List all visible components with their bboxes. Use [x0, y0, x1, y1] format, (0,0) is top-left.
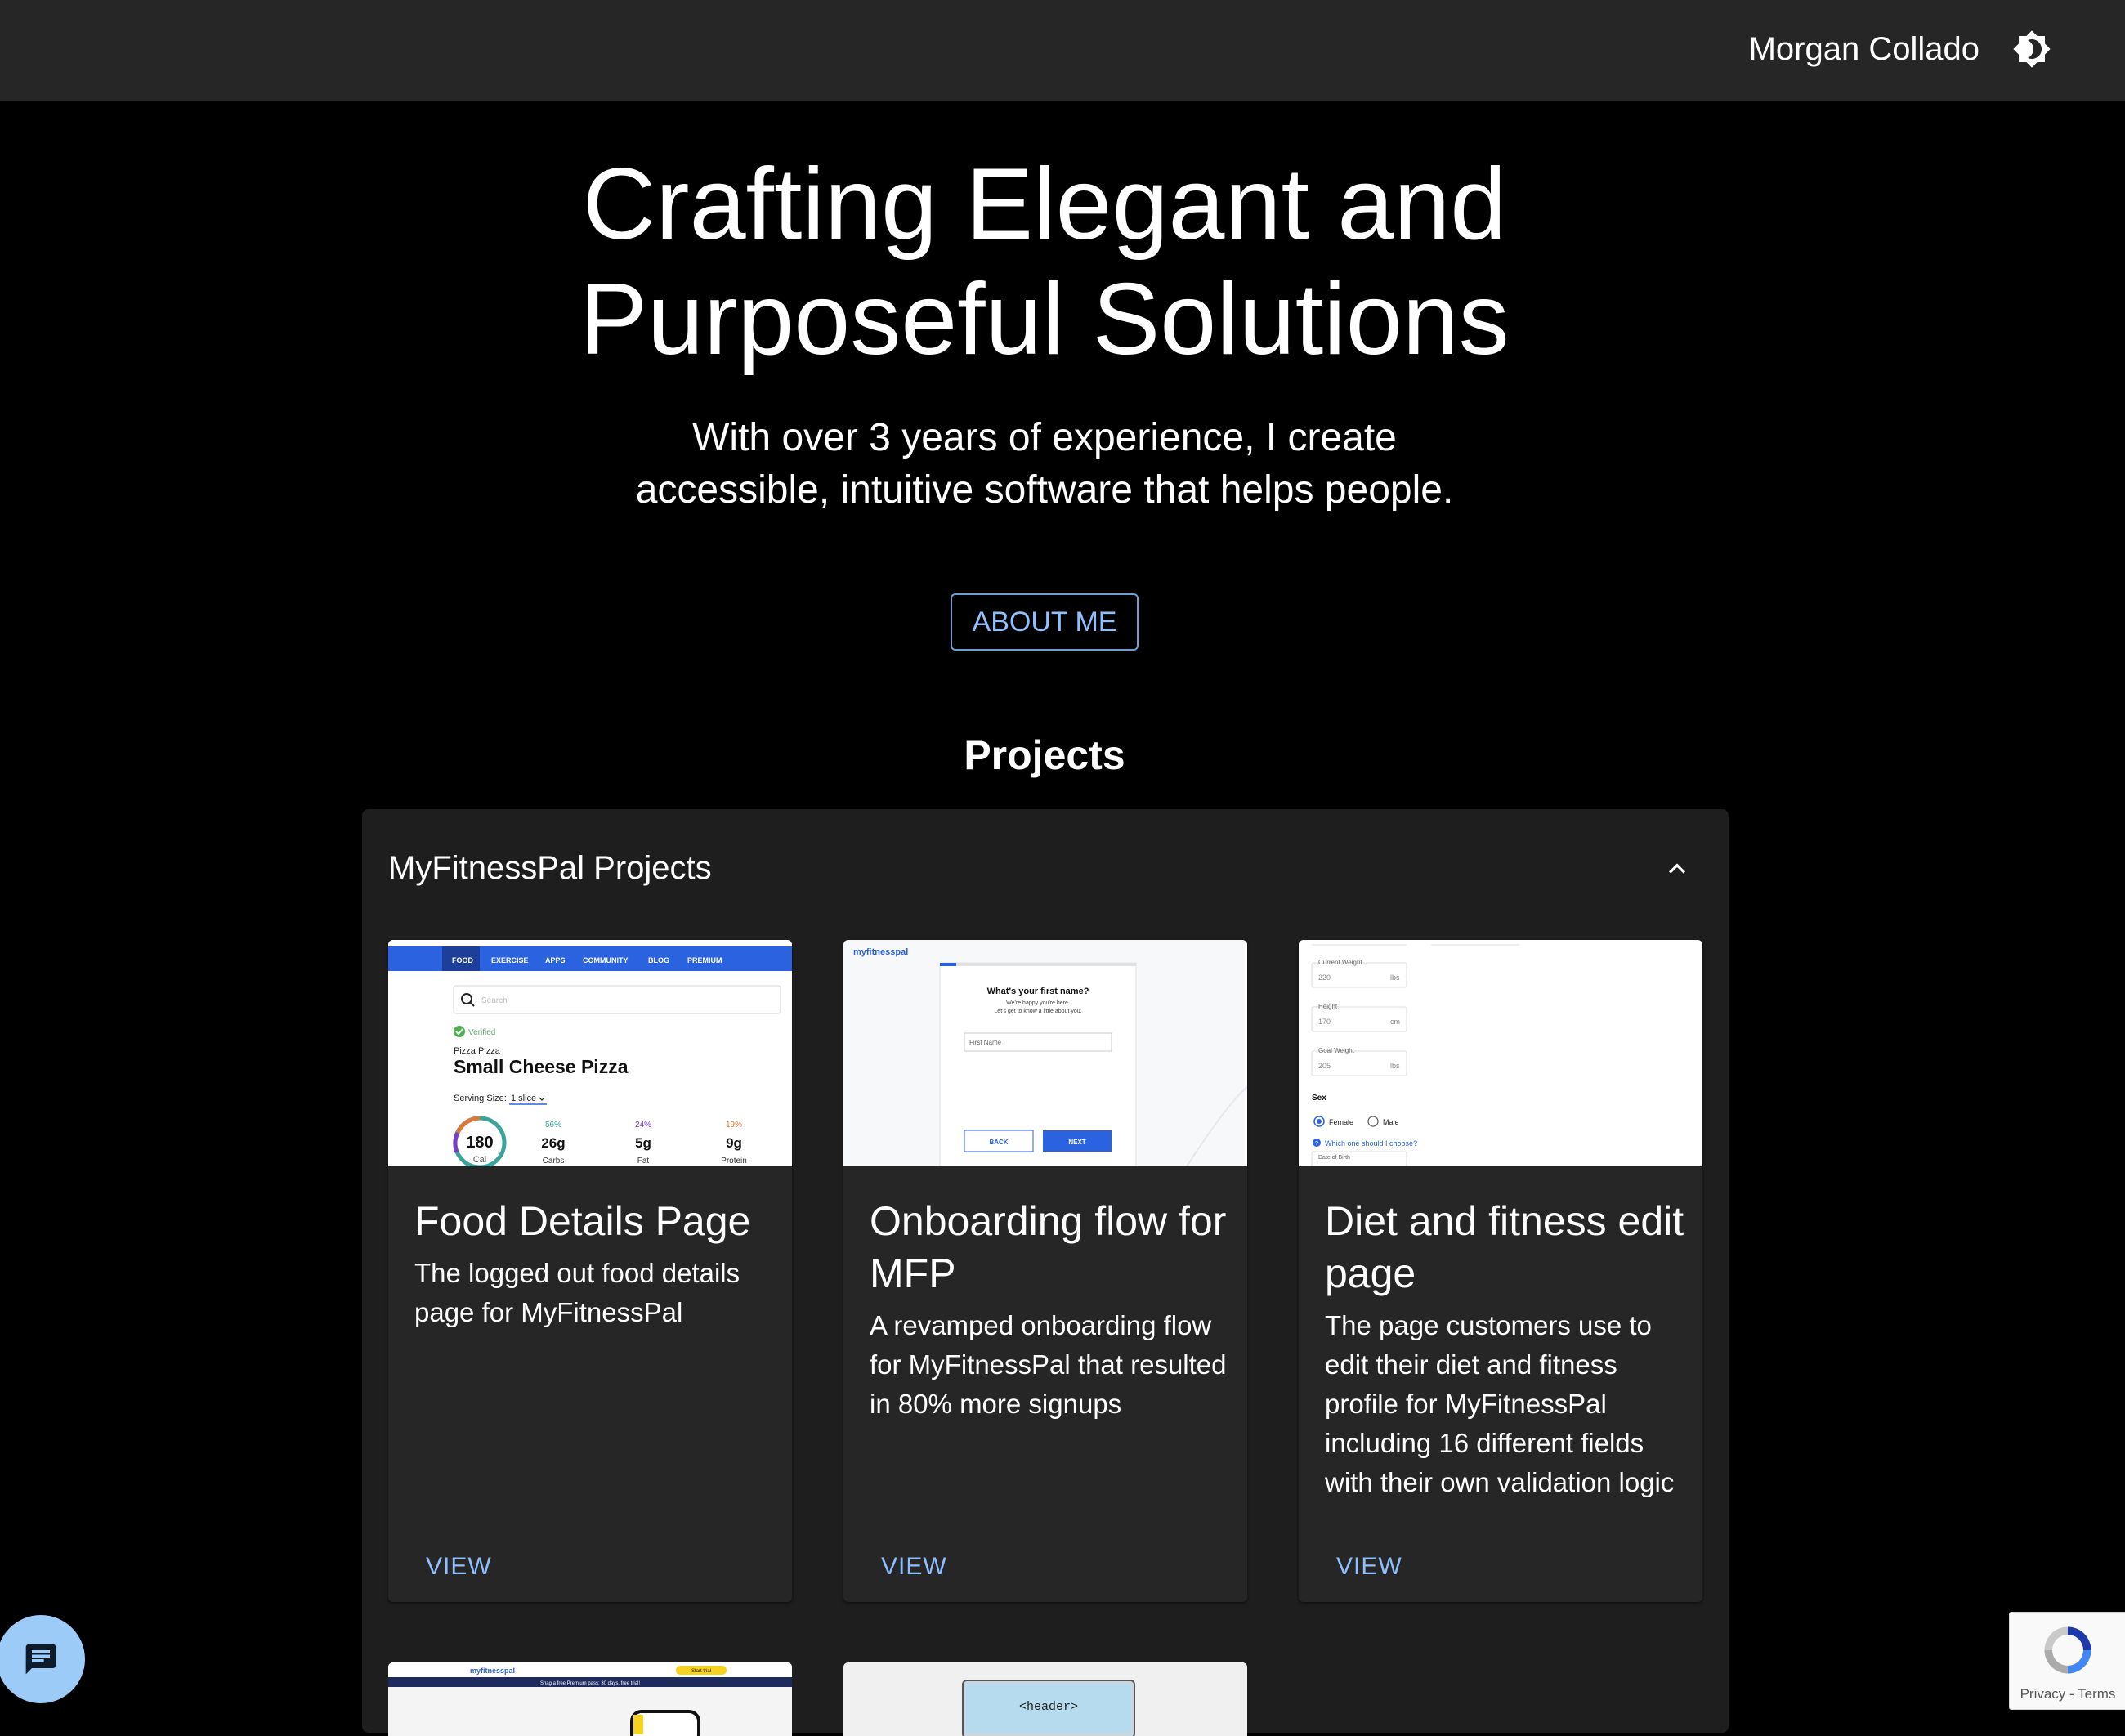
- preview-serving-label: Serving Size:: [454, 1094, 507, 1103]
- about-me-button[interactable]: ABOUT ME: [951, 593, 1139, 651]
- preview-calories: 180: [466, 1134, 493, 1152]
- preview-verified: Verified: [468, 1028, 495, 1037]
- preview-protein-amount: 9g: [726, 1135, 742, 1151]
- chat-button[interactable]: [0, 1615, 85, 1703]
- preview-field-label: Height: [1318, 1003, 1338, 1010]
- preview-field-value: 205: [1318, 1062, 1331, 1070]
- preview-sex-label: Sex: [1312, 1094, 1326, 1103]
- view-button[interactable]: VIEW: [426, 1553, 492, 1581]
- theme-toggle-button[interactable]: [2011, 25, 2053, 74]
- preview-male: Male: [1383, 1118, 1399, 1126]
- app-bar: Morgan Collado: [0, 0, 2125, 101]
- preview-question: What's your first name?: [987, 987, 1089, 996]
- preview-fat-amount: 5g: [635, 1135, 651, 1151]
- preview-carbs-amount: 26g: [541, 1135, 565, 1151]
- preview-back: BACK: [989, 1139, 1008, 1146]
- site-name[interactable]: Morgan Collado: [1749, 29, 1980, 69]
- panel-title[interactable]: MyFitnessPal Projects: [388, 848, 712, 888]
- card-title: Onboarding flow for MFP: [870, 1198, 1227, 1296]
- partial-banner: Snag a free Premium pass: 30 days, free …: [540, 1681, 640, 1686]
- preview-field-value: 170: [1318, 1018, 1331, 1026]
- recaptcha-icon: [2044, 1626, 2091, 1674]
- preview-carbs-pct: 56%: [545, 1121, 561, 1130]
- preview-calories-unit: Cal: [473, 1155, 487, 1165]
- view-button[interactable]: VIEW: [1336, 1553, 1402, 1581]
- preview-fat-pct: 24%: [635, 1121, 651, 1130]
- partial-mfp-logo: myfitnesspal: [470, 1667, 515, 1675]
- preview-search-placeholder: Search: [481, 996, 508, 1005]
- card-description: A revamped onboarding flow for MyFitness…: [870, 1310, 1227, 1419]
- brightness-icon: [2013, 30, 2051, 68]
- preview-field-label: Goal Weight: [1318, 1047, 1355, 1054]
- chevron-up-icon: [1669, 863, 1685, 874]
- projects-heading: Projects: [964, 732, 1125, 778]
- hero-title: Crafting Elegant and Purposeful Solution…: [579, 148, 1510, 376]
- card-description: The logged out food details page for MyF…: [414, 1258, 740, 1327]
- collapse-toggle[interactable]: [1657, 848, 1698, 889]
- chat-icon: [25, 1644, 56, 1675]
- project-card-partial-1[interactable]: myfitnesspal Start trial Snag a free Pre…: [388, 1662, 792, 1736]
- preview-serving-value: 1 slice: [511, 1094, 536, 1103]
- preview-dob-label: Date of Birth: [1318, 1155, 1350, 1161]
- recaptcha-badge[interactable]: Privacy - Terms: [2009, 1612, 2125, 1710]
- project-card-partial-2[interactable]: <header>: [843, 1662, 1247, 1736]
- preview-female: Female: [1329, 1118, 1353, 1126]
- verified-icon: [454, 1026, 465, 1037]
- view-button[interactable]: VIEW: [881, 1553, 947, 1581]
- onboarding-preview[interactable]: myfitnesspal What's your first name? We'…: [843, 940, 1247, 1166]
- preview-field-unit: lbs: [1390, 1062, 1400, 1070]
- recaptcha-links: Privacy - Terms: [2010, 1686, 2125, 1702]
- preview-field-value: 220: [1318, 973, 1331, 982]
- privacy-link[interactable]: Privacy: [2020, 1686, 2066, 1702]
- preview-next: NEXT: [1068, 1139, 1085, 1146]
- preview-help-link: Which one should I choose?: [1325, 1139, 1417, 1148]
- terms-link[interactable]: Terms: [2078, 1686, 2115, 1702]
- preview-protein-pct: 19%: [726, 1121, 742, 1130]
- project-card-food-details: FOOD EXERCISE APPS COMMUNITY BLOG PREMIU…: [388, 940, 792, 1602]
- preview-nav-exercise: EXERCISE: [491, 956, 529, 964]
- preview-nav-apps: APPS: [545, 956, 566, 964]
- preview-protein-label: Protein: [721, 1157, 747, 1166]
- card-title: Food Details Page: [414, 1198, 751, 1244]
- preview-mfp-logo: myfitnesspal: [853, 947, 908, 957]
- preview-carbs-label: Carbs: [543, 1157, 565, 1166]
- hero-subtitle: With over 3 years of experience, I creat…: [635, 416, 1454, 512]
- preview-food-name: Small Cheese Pizza: [454, 1056, 629, 1077]
- preview-field-unit: cm: [1390, 1018, 1400, 1026]
- project-card-diet-fitness: Current Weight 220 lbs Height 170 cm Goa…: [1299, 940, 1702, 1602]
- card-description: The page customers use to edit their die…: [1325, 1310, 1675, 1497]
- card-title: Diet and fitness edit page: [1325, 1198, 1684, 1296]
- preview-nav-premium: PREMIUM: [687, 956, 722, 964]
- preview-brand: Pizza Pizza: [454, 1046, 501, 1056]
- food-details-preview[interactable]: FOOD EXERCISE APPS COMMUNITY BLOG PREMIU…: [388, 940, 792, 1166]
- preview-nav-blog: BLOG: [648, 956, 669, 964]
- preview-field-unit: lbs: [1390, 973, 1400, 982]
- preview-field-label: Current Weight: [1318, 959, 1362, 966]
- links-separator: -: [2065, 1686, 2078, 1702]
- preview-line2: Let's get to know a little about you.: [994, 1009, 1081, 1014]
- partial-header-tag: <header>: [1019, 1700, 1078, 1714]
- myfitnesspal-projects-panel: MyFitnessPal Projects FOOD EXERCISE APPS…: [362, 809, 1729, 1736]
- diet-fitness-preview[interactable]: Current Weight 220 lbs Height 170 cm Goa…: [1299, 940, 1702, 1166]
- preview-fat-label: Fat: [638, 1157, 650, 1166]
- svg-text:?: ?: [1315, 1141, 1318, 1147]
- preview-line1: We're happy you're here.: [1006, 1000, 1070, 1006]
- preview-nav-community: COMMUNITY: [583, 956, 629, 964]
- project-card-onboarding: myfitnesspal What's your first name? We'…: [843, 940, 1247, 1602]
- preview-input-label: First Name: [969, 1039, 1002, 1046]
- preview-nav-food: FOOD: [452, 956, 473, 964]
- partial-cta: Start trial: [691, 1669, 711, 1674]
